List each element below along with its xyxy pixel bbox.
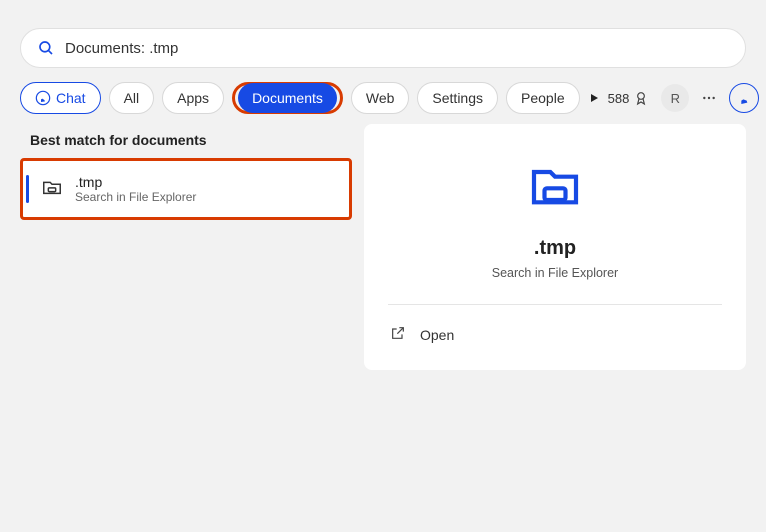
filter-web-label: Web	[366, 90, 395, 106]
toolbar-right: 588 R	[608, 83, 760, 113]
filter-documents[interactable]: Documents	[238, 83, 337, 113]
result-title: .tmp	[75, 174, 196, 190]
content-area: Best match for documents .tmp Search in …	[0, 124, 766, 370]
filter-row: Chat All Apps Documents Web Settings Peo…	[0, 68, 766, 124]
search-input[interactable]	[65, 40, 729, 57]
filter-apps-label: Apps	[177, 90, 209, 106]
filter-chat-label: Chat	[56, 90, 86, 106]
action-open[interactable]: Open	[388, 319, 722, 350]
filter-chat[interactable]: Chat	[20, 82, 101, 114]
filter-all[interactable]: All	[109, 82, 155, 114]
result-text: .tmp Search in File Explorer	[75, 174, 196, 204]
bing-icon	[35, 90, 51, 106]
result-subtitle: Search in File Explorer	[75, 190, 196, 204]
results-header: Best match for documents	[30, 132, 352, 148]
preview-panel: .tmp Search in File Explorer Open	[364, 124, 746, 370]
more-filters-icon[interactable]	[588, 92, 600, 104]
folder-icon	[522, 158, 588, 219]
preview-title: .tmp	[534, 237, 576, 260]
open-external-icon	[390, 325, 406, 344]
search-bar[interactable]	[20, 28, 746, 68]
filter-people-label: People	[521, 90, 565, 106]
bing-icon	[736, 90, 752, 106]
filter-people[interactable]: People	[506, 82, 580, 114]
filter-documents-highlight: Documents	[232, 82, 343, 114]
rewards-points[interactable]: 588	[608, 90, 650, 106]
user-avatar[interactable]: R	[661, 84, 689, 112]
result-item-tmp[interactable]: .tmp Search in File Explorer	[20, 158, 352, 220]
search-icon	[37, 39, 55, 57]
action-open-label: Open	[420, 327, 454, 343]
filter-apps[interactable]: Apps	[162, 82, 224, 114]
filter-settings-label: Settings	[432, 90, 483, 106]
results-column: Best match for documents .tmp Search in …	[20, 124, 352, 370]
divider	[388, 304, 722, 305]
filter-documents-label: Documents	[252, 90, 323, 106]
filter-settings[interactable]: Settings	[417, 82, 498, 114]
preview-subtitle: Search in File Explorer	[492, 266, 618, 280]
file-explorer-icon	[41, 176, 63, 203]
filter-web[interactable]: Web	[351, 82, 410, 114]
points-value: 588	[608, 91, 630, 106]
medal-icon	[633, 90, 649, 106]
bing-button[interactable]	[729, 83, 759, 113]
filter-all-label: All	[124, 90, 140, 106]
more-icon[interactable]	[701, 90, 717, 106]
